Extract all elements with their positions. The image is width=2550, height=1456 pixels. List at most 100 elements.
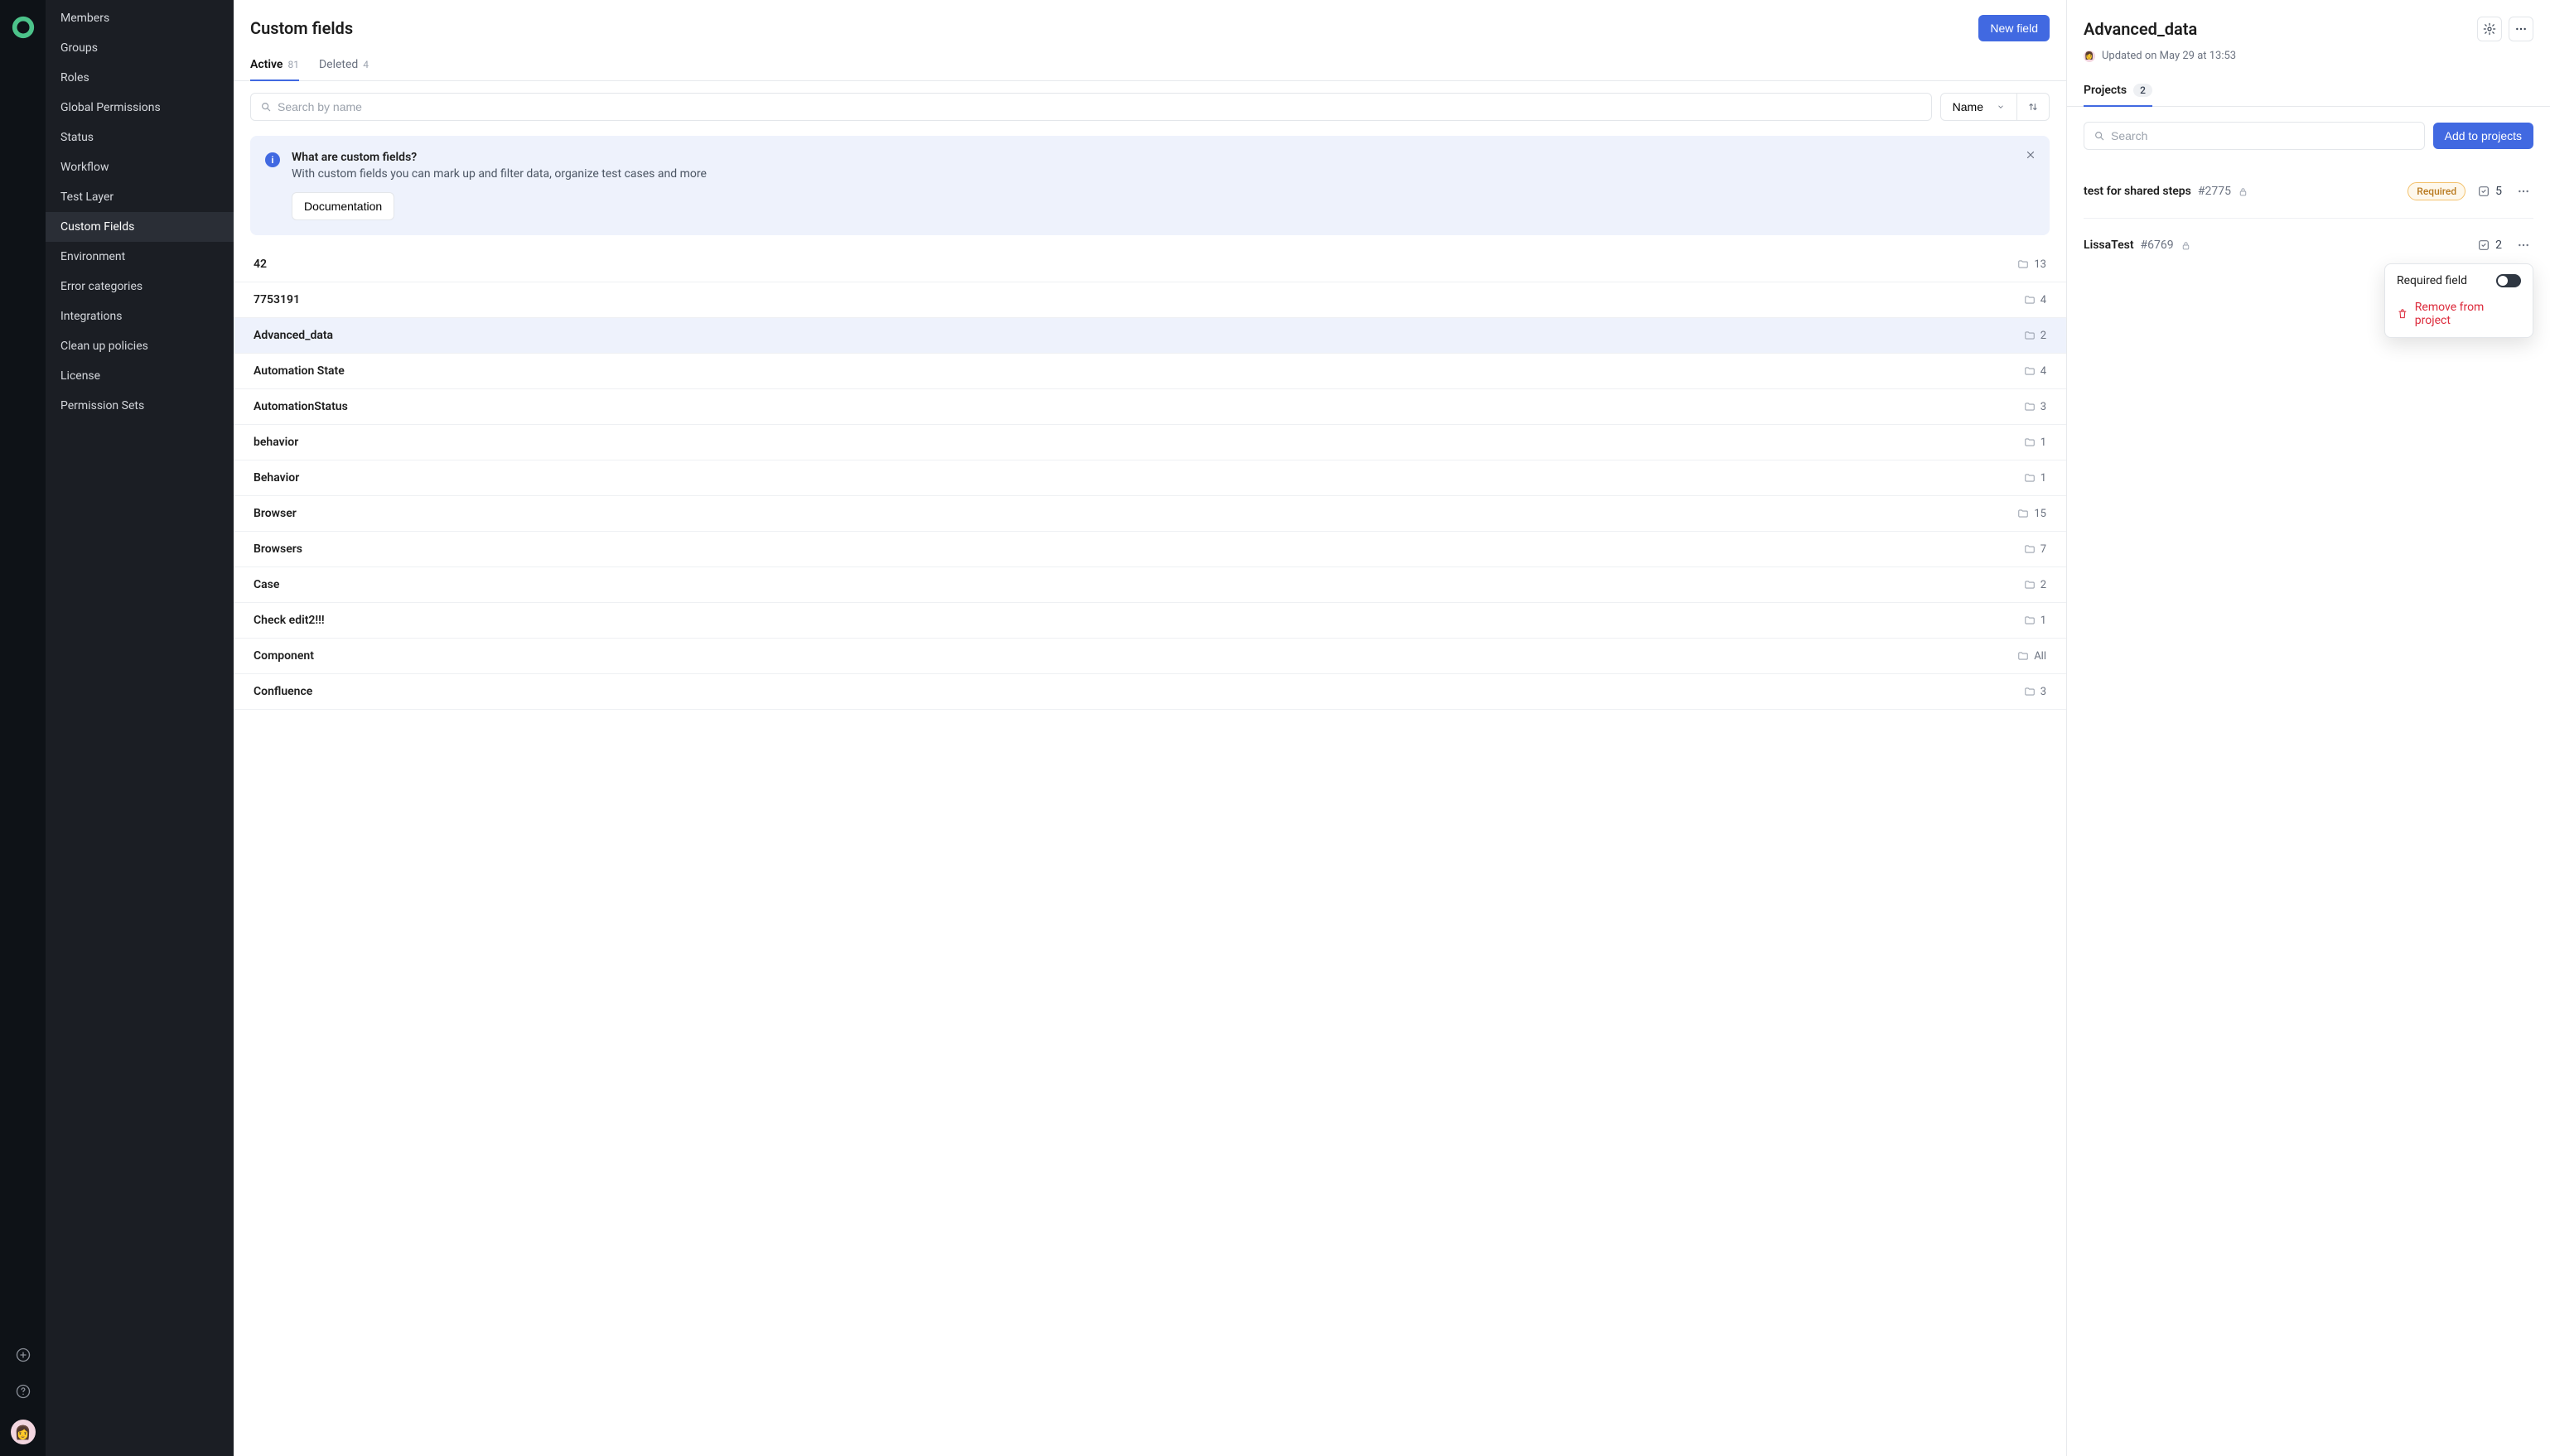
sidebar-item-status[interactable]: Status xyxy=(46,123,234,152)
field-row[interactable]: 77531914 xyxy=(234,282,2066,318)
field-row[interactable]: ComponentAll xyxy=(234,639,2066,674)
help-icon[interactable] xyxy=(15,1383,31,1400)
tab-projects[interactable]: Projects 2 xyxy=(2084,75,2152,107)
field-name: Browser xyxy=(254,507,297,520)
updater-avatar: 👩 xyxy=(2084,51,2095,62)
project-id: #6769 xyxy=(2141,239,2174,252)
field-count: 4 xyxy=(2024,365,2046,378)
field-count: 3 xyxy=(2024,686,2046,698)
field-list: 421377531914Advanced_data2Automation Sta… xyxy=(234,247,2066,1456)
search-icon xyxy=(2094,130,2105,142)
settings-button[interactable] xyxy=(2477,17,2502,41)
field-row[interactable]: Browsers7 xyxy=(234,532,2066,567)
sidebar-item-roles[interactable]: Roles xyxy=(46,63,234,93)
center-panel: Custom fields New field Active 81 Delete… xyxy=(234,0,2067,1456)
field-name: Check edit2!!! xyxy=(254,614,325,627)
project-row: LissaTest #6769 2 xyxy=(2084,219,2533,272)
project-search-input[interactable] xyxy=(2084,122,2425,150)
info-icon: i xyxy=(265,152,280,167)
field-row[interactable]: Advanced_data2 xyxy=(234,318,2066,354)
test-count: 5 xyxy=(2477,185,2502,198)
project-more-button[interactable] xyxy=(2514,181,2533,201)
plus-icon[interactable] xyxy=(15,1347,31,1363)
sidebar-item-test-layer[interactable]: Test Layer xyxy=(46,182,234,212)
sidebar-item-members[interactable]: Members xyxy=(46,3,234,33)
tab-active[interactable]: Active 81 xyxy=(250,50,299,81)
lock-icon xyxy=(2181,240,2191,251)
banner-description: With custom fields you can mark up and f… xyxy=(292,167,2035,181)
field-name: Advanced_data xyxy=(254,329,333,342)
field-count: 13 xyxy=(2017,258,2046,271)
search-input[interactable] xyxy=(250,93,1932,121)
tab-count: 2 xyxy=(2133,84,2152,97)
sidebar-item-label: License xyxy=(60,369,100,383)
avatar[interactable]: 👩 xyxy=(11,1420,36,1444)
sidebar-item-custom-fields[interactable]: Custom Fields xyxy=(46,212,234,242)
sidebar-item-clean-up-policies[interactable]: Clean up policies xyxy=(46,331,234,361)
sidebar-item-license[interactable]: License xyxy=(46,361,234,391)
sort-icon xyxy=(2027,101,2039,113)
remove-from-project-button[interactable]: Remove from project xyxy=(2385,294,2533,334)
banner-title: What are custom fields? xyxy=(292,151,2035,164)
field-name: 42 xyxy=(254,258,267,271)
field-name: Component xyxy=(254,649,314,663)
more-horizontal-icon xyxy=(2514,22,2528,36)
sort-select[interactable]: Name xyxy=(1940,93,2017,121)
folder-icon xyxy=(2024,579,2036,591)
more-button[interactable] xyxy=(2509,17,2533,41)
sidebar-item-workflow[interactable]: Workflow xyxy=(46,152,234,182)
logo xyxy=(11,15,36,40)
field-row[interactable]: AutomationStatus3 xyxy=(234,389,2066,425)
field-row[interactable]: 42 13 xyxy=(234,247,2066,282)
sidebar-item-permission-sets[interactable]: Permission Sets xyxy=(46,391,234,421)
project-more-button[interactable] xyxy=(2514,235,2533,255)
tab-count: 81 xyxy=(287,59,299,70)
field-name: Confluence xyxy=(254,685,312,698)
remove-label: Remove from project xyxy=(2415,301,2521,327)
field-row[interactable]: Automation State4 xyxy=(234,354,2066,389)
documentation-button[interactable]: Documentation xyxy=(292,192,394,220)
new-field-button[interactable]: New field xyxy=(1978,15,2050,41)
folder-icon xyxy=(2017,258,2029,270)
sidebar-item-integrations[interactable]: Integrations xyxy=(46,301,234,331)
close-icon[interactable] xyxy=(2025,149,2036,161)
field-row[interactable]: behavior1 xyxy=(234,425,2066,460)
required-field-toggle[interactable] xyxy=(2496,274,2521,287)
sidebar-item-label: Roles xyxy=(60,71,89,84)
required-badge: Required xyxy=(2408,182,2465,200)
field-name: 7753191 xyxy=(254,293,300,306)
tab-label: Deleted xyxy=(319,58,358,71)
test-case-icon xyxy=(2477,239,2490,252)
field-row[interactable]: Behavior1 xyxy=(234,460,2066,496)
required-field-toggle-row: Required field xyxy=(2385,268,2533,294)
project-dropdown: Required field Remove from project xyxy=(2384,263,2533,338)
sidebar-item-global-permissions[interactable]: Global Permissions xyxy=(46,93,234,123)
gear-icon xyxy=(2483,22,2496,36)
field-row[interactable]: Browser 15 xyxy=(234,496,2066,532)
project-id: #2775 xyxy=(2198,185,2231,198)
field-count: 2 xyxy=(2024,579,2046,591)
field-count: 1 xyxy=(2024,472,2046,485)
sidebar-item-groups[interactable]: Groups xyxy=(46,33,234,63)
project-row: test for shared steps #2775 Required 5 xyxy=(2084,165,2533,219)
tab-deleted[interactable]: Deleted 4 xyxy=(319,50,369,81)
field-count: 3 xyxy=(2024,401,2046,413)
field-row[interactable]: Case2 xyxy=(234,567,2066,603)
lock-icon xyxy=(2238,186,2248,197)
sort-direction-button[interactable] xyxy=(2017,93,2050,121)
add-to-projects-button[interactable]: Add to projects xyxy=(2433,123,2533,149)
folder-icon xyxy=(2024,615,2036,626)
sidebar-item-label: Members xyxy=(60,12,109,25)
sidebar-item-label: Workflow xyxy=(60,161,109,174)
sidebar-item-label: Permission Sets xyxy=(60,399,144,412)
tab-label: Active xyxy=(250,58,283,71)
sidebar-item-label: Global Permissions xyxy=(60,101,161,114)
sidebar-item-error-categories[interactable]: Error categories xyxy=(46,272,234,301)
field-count: 15 xyxy=(2017,508,2046,520)
search-icon xyxy=(260,101,272,113)
sidebar-item-environment[interactable]: Environment xyxy=(46,242,234,272)
folder-icon xyxy=(2024,436,2036,448)
field-row[interactable]: Check edit2!!!1 xyxy=(234,603,2066,639)
field-row[interactable]: Confluence 3 xyxy=(234,674,2066,710)
field-name: Browsers xyxy=(254,542,302,556)
